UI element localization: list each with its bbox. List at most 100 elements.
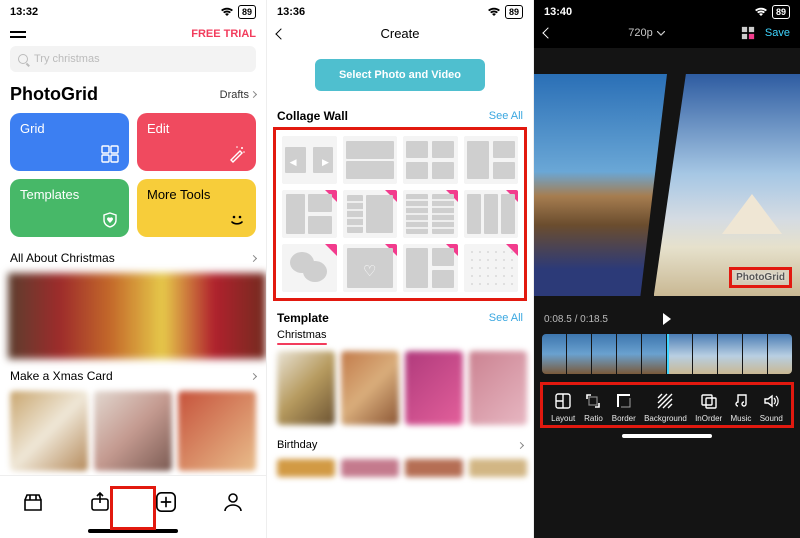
home-indicator bbox=[622, 434, 712, 438]
collage-layout[interactable] bbox=[464, 244, 519, 292]
section-christmas[interactable]: All About Christmas bbox=[0, 247, 266, 269]
drafts-label: Drafts bbox=[220, 89, 249, 101]
select-media-button[interactable]: Select Photo and Video bbox=[315, 59, 485, 91]
resolution-label: 720p bbox=[628, 27, 652, 39]
playhead[interactable] bbox=[667, 334, 669, 374]
palette-icon[interactable] bbox=[741, 26, 755, 40]
magic-wand-icon bbox=[228, 145, 246, 163]
preview-clip-left bbox=[534, 74, 667, 296]
hot-badge-icon bbox=[325, 244, 337, 256]
tool-layout[interactable]: Layout bbox=[551, 391, 575, 423]
timeline[interactable] bbox=[542, 334, 792, 374]
card-thumb[interactable] bbox=[94, 391, 172, 471]
template-thumb[interactable] bbox=[469, 459, 527, 477]
status-time: 13:32 bbox=[10, 6, 38, 18]
free-trial-link[interactable]: FREE TRIAL bbox=[191, 28, 256, 40]
editor-toolbar: Layout Ratio Border Background bbox=[540, 382, 794, 428]
status-time: 13:36 bbox=[277, 6, 305, 18]
section-title: All About Christmas bbox=[10, 251, 115, 265]
wifi-icon bbox=[220, 7, 234, 17]
tile-label: More Tools bbox=[147, 187, 246, 202]
nav-bar: Create bbox=[267, 24, 533, 49]
template-see-all-link[interactable]: See All bbox=[489, 312, 523, 324]
border-icon bbox=[614, 391, 634, 411]
card-thumb[interactable] bbox=[178, 391, 256, 471]
menu-icon[interactable] bbox=[10, 31, 26, 38]
collage-title: Collage Wall bbox=[277, 109, 348, 123]
page-title: Create bbox=[380, 26, 419, 41]
watermark-badge[interactable]: PhotoGrid bbox=[729, 267, 792, 288]
status-bar: 13:36 89 bbox=[267, 0, 533, 24]
screen-editor: 13:40 89 720p Save PhotoG bbox=[534, 0, 800, 538]
collage-layout[interactable] bbox=[403, 136, 458, 184]
background-icon bbox=[655, 391, 675, 411]
tool-label: Sound bbox=[760, 414, 783, 423]
collage-layout[interactable] bbox=[343, 136, 398, 184]
save-button[interactable]: Save bbox=[765, 27, 790, 39]
template-tab-christmas[interactable]: Christmas bbox=[277, 329, 327, 345]
battery-icon: 89 bbox=[505, 5, 523, 19]
tile-grid[interactable]: Grid bbox=[10, 113, 129, 171]
status-bar: 13:40 89 bbox=[534, 0, 800, 24]
chevron-right-icon bbox=[250, 372, 257, 379]
screen-create: 13:36 89 Create Select Photo and Video C… bbox=[267, 0, 534, 538]
wifi-icon bbox=[487, 7, 501, 17]
collage-layout[interactable] bbox=[282, 244, 337, 292]
search-input[interactable]: Try christmas bbox=[10, 46, 256, 72]
template-thumb[interactable] bbox=[277, 459, 335, 477]
tab-add[interactable] bbox=[155, 491, 177, 513]
tool-label: Border bbox=[612, 414, 636, 423]
back-button[interactable] bbox=[542, 27, 553, 38]
status-bar: 13:32 89 bbox=[0, 0, 266, 24]
inorder-icon bbox=[699, 391, 719, 411]
chevron-right-icon bbox=[250, 254, 257, 261]
collage-layout[interactable] bbox=[464, 136, 519, 184]
section-title: Birthday bbox=[277, 439, 317, 451]
collage-layout[interactable] bbox=[403, 244, 458, 292]
editor-nav: 720p Save bbox=[534, 24, 800, 48]
template-thumb[interactable] bbox=[405, 351, 463, 425]
search-icon bbox=[18, 54, 28, 64]
collage-wall-grid: ◀ ▶ bbox=[273, 127, 527, 301]
template-thumb[interactable] bbox=[277, 351, 335, 425]
tab-share[interactable] bbox=[89, 491, 111, 513]
template-thumb[interactable] bbox=[341, 459, 399, 477]
drafts-link[interactable]: Drafts bbox=[220, 89, 256, 101]
tab-store[interactable] bbox=[22, 491, 44, 513]
collage-layout[interactable] bbox=[403, 190, 458, 238]
christmas-banner[interactable] bbox=[8, 273, 266, 359]
collage-layout[interactable] bbox=[464, 190, 519, 238]
tile-more-tools[interactable]: More Tools bbox=[137, 179, 256, 237]
section-birthday[interactable]: Birthday bbox=[267, 435, 533, 455]
tool-sound[interactable]: Sound bbox=[760, 391, 783, 423]
collage-layout[interactable]: ♡ bbox=[343, 244, 398, 292]
chevron-right-icon bbox=[250, 91, 257, 98]
collage-layout[interactable] bbox=[282, 190, 337, 238]
play-button[interactable] bbox=[663, 313, 671, 325]
card-thumb[interactable] bbox=[10, 391, 88, 471]
collage-see-all-link[interactable]: See All bbox=[489, 110, 523, 122]
smile-icon bbox=[228, 211, 246, 229]
tile-templates[interactable]: Templates bbox=[10, 179, 129, 237]
brand-title: PhotoGrid bbox=[10, 84, 98, 105]
section-xmas-card[interactable]: Make a Xmas Card bbox=[0, 365, 266, 387]
back-button[interactable] bbox=[275, 28, 286, 39]
tool-border[interactable]: Border bbox=[612, 391, 636, 423]
tool-inorder[interactable]: InOrder bbox=[695, 391, 722, 423]
tool-music[interactable]: Music bbox=[731, 391, 752, 423]
tool-label: Music bbox=[731, 414, 752, 423]
tab-profile[interactable] bbox=[222, 491, 244, 513]
chevron-right-icon bbox=[517, 441, 524, 448]
template-thumb[interactable] bbox=[341, 351, 399, 425]
tile-label: Grid bbox=[20, 121, 119, 136]
tool-ratio[interactable]: Ratio bbox=[583, 391, 603, 423]
tool-background[interactable]: Background bbox=[644, 391, 687, 423]
template-thumb[interactable] bbox=[469, 351, 527, 425]
resolution-dropdown[interactable]: 720p bbox=[628, 27, 664, 39]
video-preview[interactable]: PhotoGrid bbox=[534, 74, 800, 296]
collage-layout[interactable]: ◀ ▶ bbox=[282, 136, 337, 184]
chevron-down-icon bbox=[657, 31, 665, 36]
template-thumb[interactable] bbox=[405, 459, 463, 477]
collage-layout[interactable] bbox=[343, 190, 398, 238]
tile-edit[interactable]: Edit bbox=[137, 113, 256, 171]
